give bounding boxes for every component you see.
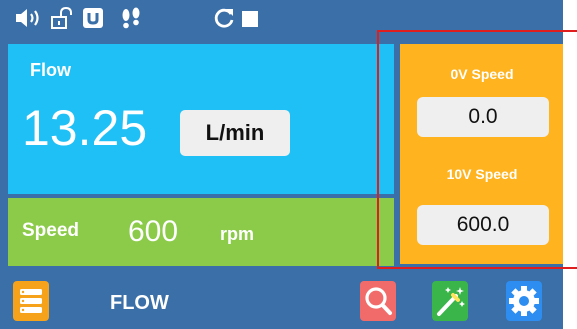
- refresh-icon[interactable]: [212, 6, 236, 30]
- settings-button[interactable]: [506, 281, 542, 321]
- flow-value: 13.25: [22, 100, 148, 156]
- stop-icon[interactable]: [240, 6, 260, 30]
- footprints-icon[interactable]: [118, 6, 144, 30]
- menu-button[interactable]: [13, 281, 49, 321]
- mode-title: FLOW: [110, 292, 169, 314]
- unlock-icon[interactable]: [50, 6, 72, 30]
- gear-icon: [509, 286, 539, 316]
- speed-label: Speed: [22, 220, 80, 241]
- menu-list-icon: [20, 289, 42, 313]
- highlight-tick-top: [563, 30, 577, 32]
- highlight-frame: [377, 30, 577, 269]
- speaker-icon[interactable]: [14, 6, 42, 30]
- speed-unit: rpm: [220, 224, 255, 244]
- u-badge-icon[interactable]: [82, 6, 104, 30]
- magic-wand-icon: [437, 287, 465, 316]
- flow-title: Flow: [30, 60, 71, 80]
- search-button[interactable]: [360, 281, 396, 321]
- bottom-bar: [0, 272, 563, 329]
- speed-value: 600: [128, 215, 179, 248]
- flow-unit-button[interactable]: L/min: [180, 110, 290, 156]
- search-icon: [365, 287, 392, 315]
- highlight-tick-bottom: [563, 267, 577, 269]
- wizard-button[interactable]: [432, 281, 468, 321]
